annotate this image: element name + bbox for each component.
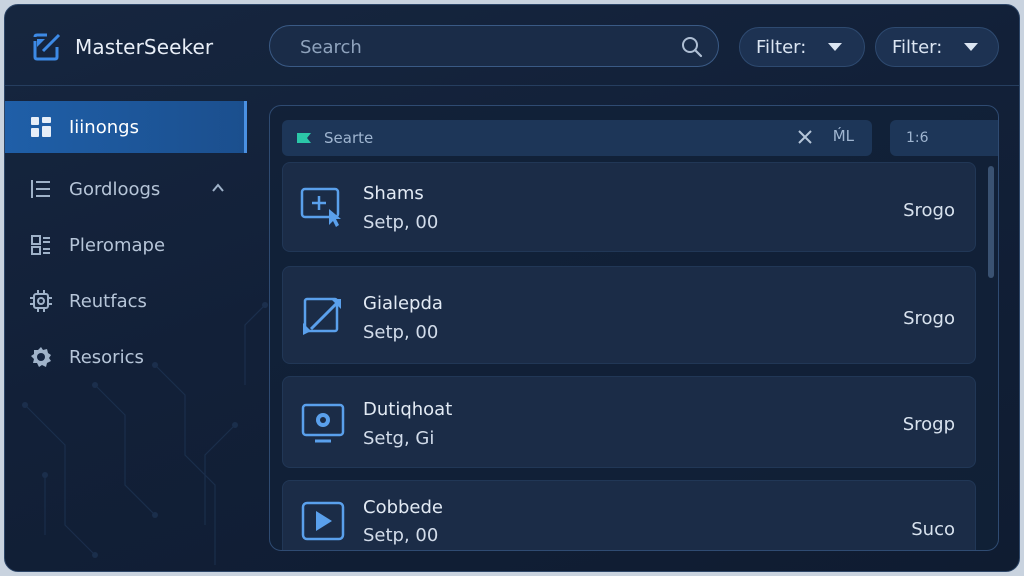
filter-dropdown-2[interactable]: Filter: <box>875 27 999 67</box>
list-item[interactable]: Dutiqhoat Setg, Gi Srogp <box>282 376 976 468</box>
item-status: Srogo <box>903 200 955 221</box>
add-select-icon <box>300 187 341 227</box>
item-subtitle: Setp, 00 <box>363 525 439 546</box>
sidebar-item-reutfacs[interactable]: Reutfacs <box>5 275 247 327</box>
list-item[interactable]: Shams Setp, 00 Srogo <box>282 162 976 252</box>
sidebar-item-gordloogs[interactable]: Gordloogs <box>5 163 247 215</box>
list-item[interactable]: Gialepda Setp, 00 Srogo <box>282 266 976 364</box>
sidebar-item-pleromape[interactable]: Pleromape <box>5 219 247 271</box>
sidebar-item-resorics[interactable]: Resorics <box>5 331 247 383</box>
play-icon <box>301 501 345 541</box>
search-bar[interactable] <box>269 25 719 67</box>
sidebar: Iiinongs Gordloogs Pleromape Reutfacs Re… <box>5 101 247 571</box>
sidebar-item-label: Iiinongs <box>69 116 139 138</box>
app-title: MasterSeeker <box>75 35 214 59</box>
sidebar-item-iiinongs[interactable]: Iiinongs <box>5 101 247 153</box>
panel-search-text[interactable]: Searte <box>324 129 373 147</box>
sidebar-item-label: Gordloogs <box>69 178 161 200</box>
sidebar-item-label: Resorics <box>69 346 144 368</box>
item-status: Srogp <box>902 414 955 435</box>
item-subtitle: Setg, Gi <box>363 428 435 449</box>
flag-icon <box>297 133 311 143</box>
app-window: MasterSeeker Filter: Filter: Iiinongs <box>4 4 1020 572</box>
grid-icon <box>31 117 51 137</box>
item-title: Shams <box>363 183 424 204</box>
results-panel: Searte ḾL 1:6 Shams Setp, 00 Srogo Gial… <box>269 105 999 551</box>
item-title: Gialepda <box>363 293 443 314</box>
sidebar-item-label: Reutfacs <box>69 290 147 312</box>
list-icon <box>31 180 50 198</box>
chevron-up-icon[interactable] <box>211 181 225 195</box>
search-icon[interactable] <box>680 35 704 59</box>
result-counter: 1:6 <box>890 120 998 156</box>
chip-icon <box>30 290 52 312</box>
item-subtitle: Setp, 00 <box>363 212 439 233</box>
filter-label: Filter: <box>756 36 807 58</box>
filter-label: Filter: <box>892 36 943 58</box>
scrollbar[interactable] <box>988 166 994 278</box>
search-input[interactable] <box>300 35 670 59</box>
gear-icon <box>31 347 51 367</box>
layout-icon <box>31 235 50 255</box>
caret-down-icon <box>964 43 979 51</box>
item-status: Srogo <box>903 308 955 329</box>
header-divider <box>5 85 1019 86</box>
item-title: Dutiqhoat <box>363 399 453 420</box>
item-status: Suco <box>911 519 955 540</box>
monitor-gear-icon <box>301 403 345 443</box>
close-icon[interactable] <box>796 128 814 146</box>
app-logo-icon <box>33 33 61 61</box>
list-item[interactable]: Cobbede Setp, 00 Suco <box>282 480 976 550</box>
item-title: Cobbede <box>363 497 444 518</box>
filter-dropdown-1[interactable]: Filter: <box>739 27 865 67</box>
panel-search-bar[interactable]: Searte ḾL <box>282 120 872 156</box>
resize-arrow-icon <box>303 297 341 335</box>
sidebar-item-label: Pleromape <box>69 234 166 256</box>
ai-toggle[interactable]: ḾL <box>833 127 854 145</box>
item-subtitle: Setp, 00 <box>363 322 439 343</box>
caret-down-icon <box>828 43 843 51</box>
